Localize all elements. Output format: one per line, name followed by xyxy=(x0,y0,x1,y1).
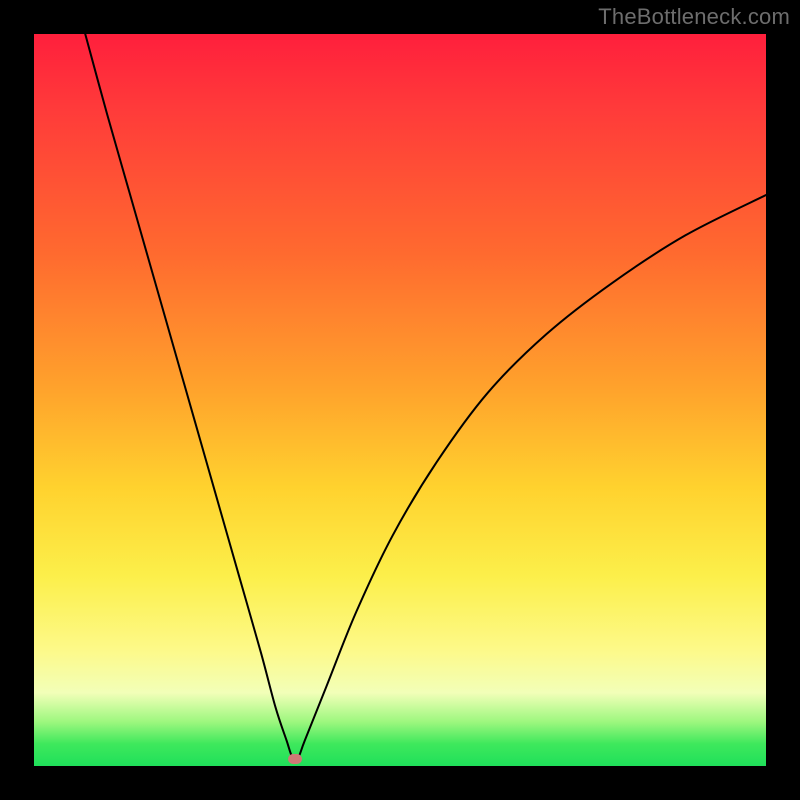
chart-frame: TheBottleneck.com xyxy=(0,0,800,800)
watermark-text: TheBottleneck.com xyxy=(598,4,790,30)
curve-minimum-marker xyxy=(288,754,302,764)
bottleneck-curve xyxy=(34,34,766,766)
plot-area xyxy=(34,34,766,766)
